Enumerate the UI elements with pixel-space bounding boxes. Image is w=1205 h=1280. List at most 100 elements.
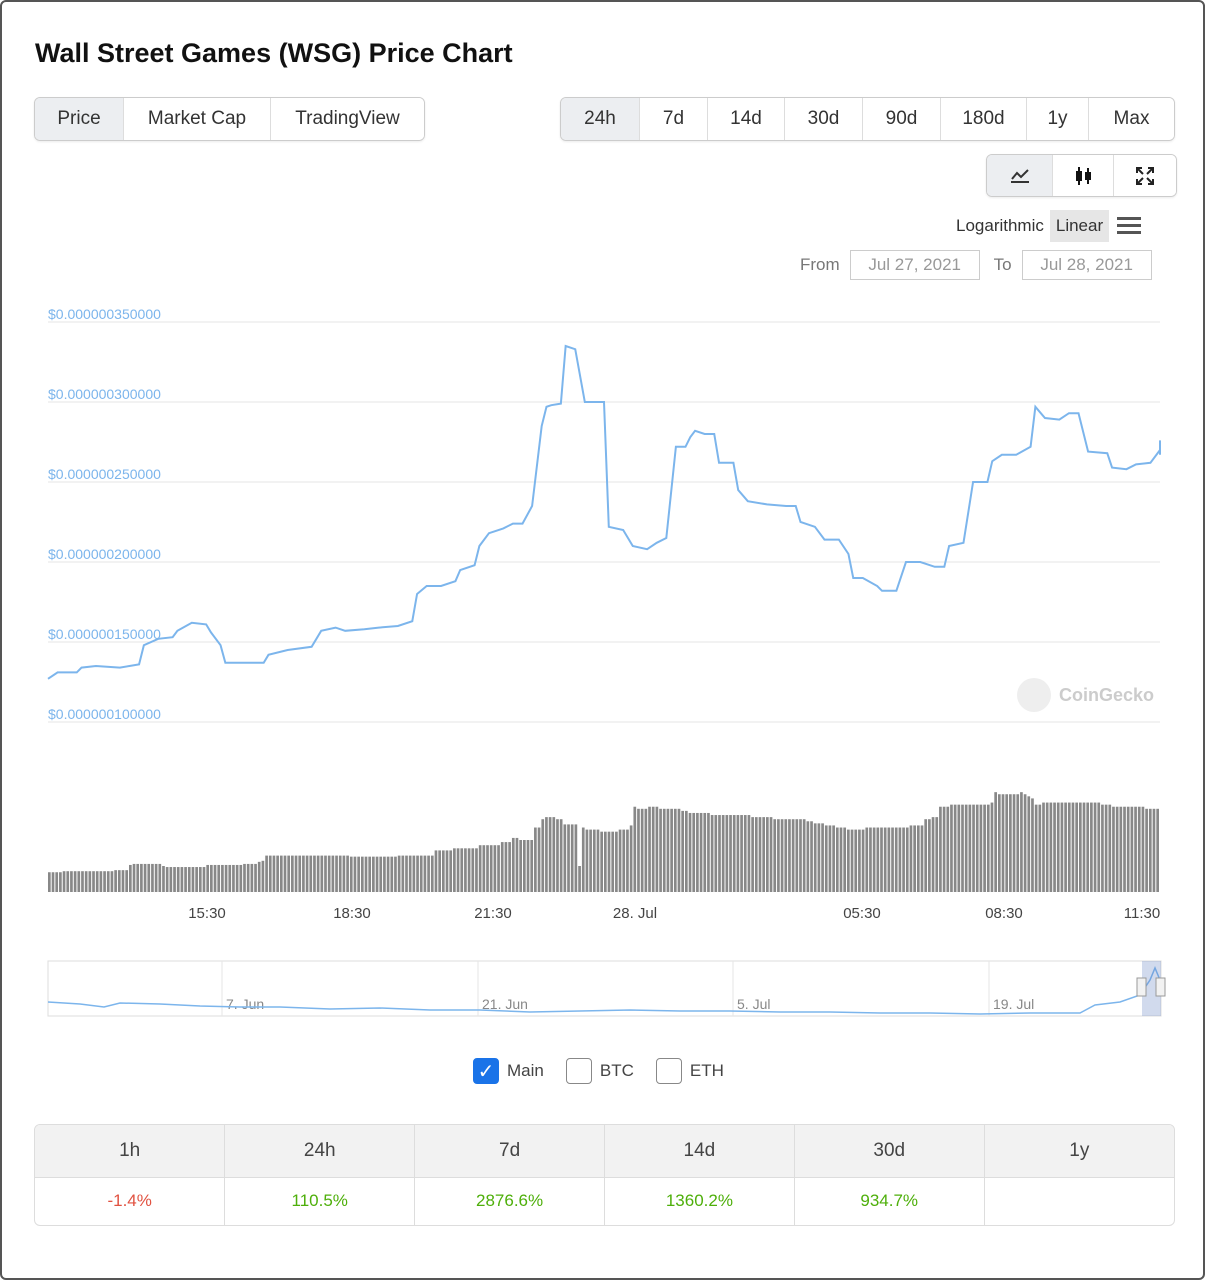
volume-bar [59, 872, 62, 892]
volume-bar [972, 804, 975, 892]
scale-logarithmic[interactable]: Logarithmic [950, 210, 1050, 242]
tab-market-cap[interactable]: Market Cap [124, 98, 271, 140]
range-7d[interactable]: 7d [640, 98, 708, 140]
tab-price[interactable]: Price [35, 98, 124, 140]
menu-icon[interactable] [1117, 216, 1142, 236]
volume-bar [478, 845, 482, 892]
range-24h[interactable]: 24h [561, 98, 640, 140]
volume-bar [913, 825, 916, 892]
volume-bar [187, 867, 191, 892]
volume-bar [622, 829, 626, 892]
volume-bar [824, 825, 828, 892]
volume-bar [935, 817, 939, 892]
to-date-input[interactable]: Jul 28, 2021 [1021, 250, 1152, 280]
tab-tradingview[interactable]: TradingView [271, 98, 424, 140]
volume-bar [379, 856, 383, 892]
volume-bar [563, 824, 567, 892]
range-30d[interactable]: 30d [785, 98, 863, 140]
range-1y[interactable]: 1y [1027, 98, 1089, 140]
navigator-handle-left[interactable] [1136, 977, 1147, 997]
volume-bar [294, 855, 298, 892]
navigator-tick-label: 21. Jun [482, 996, 528, 1012]
volume-bar [324, 855, 327, 892]
volume-bar [854, 829, 858, 892]
volume-bar [769, 817, 773, 892]
volume-bar [843, 827, 847, 892]
volume-bar [88, 871, 92, 892]
volume-bar [994, 792, 997, 892]
checkbox-checked-icon: ✓ [473, 1058, 499, 1084]
range-14d[interactable]: 14d [708, 98, 785, 140]
volume-bar [438, 850, 441, 892]
volume-bar [423, 855, 427, 892]
series-main-toggle[interactable]: ✓ Main [473, 1058, 544, 1084]
x-tick-label: 05:30 [843, 905, 881, 922]
series-btc-toggle[interactable]: BTC [565, 1058, 634, 1084]
volume-bar [1108, 804, 1112, 892]
volume-bar [905, 827, 909, 892]
volume-bar [1009, 794, 1012, 892]
volume-bar [725, 815, 729, 892]
volume-bar [578, 866, 581, 892]
volume-bar [813, 823, 817, 892]
price-series [47, 344, 1161, 680]
volume-bar [316, 855, 320, 892]
volume-bar [699, 812, 703, 892]
volume-bar [541, 819, 545, 892]
volume-bar [718, 815, 721, 892]
y-tick-label: $0.000000350000 [48, 306, 161, 322]
volume-bar [662, 808, 666, 892]
volume-bar [232, 864, 235, 892]
volume-bar [865, 827, 869, 892]
line-chart-button[interactable] [987, 155, 1053, 196]
volume-bar [268, 855, 272, 892]
scale-linear[interactable]: Linear [1049, 210, 1110, 242]
stat-value-1y [984, 1177, 1174, 1225]
volume-bar [228, 864, 232, 892]
volume-bar [847, 829, 850, 892]
range-180d[interactable]: 180d [941, 98, 1027, 140]
from-date-input[interactable]: Jul 27, 2021 [849, 250, 980, 280]
navigator-handle-right[interactable] [1155, 977, 1166, 997]
volume-bar [434, 850, 438, 892]
volume-bar [449, 850, 453, 892]
volume-bar [129, 864, 132, 892]
volume-bar [751, 817, 754, 892]
volume-bar [743, 815, 747, 892]
candlestick-icon [1076, 166, 1091, 185]
volume-bar [331, 855, 335, 892]
volume-bar [1067, 802, 1071, 892]
volume-bar [493, 845, 497, 892]
fullscreen-button[interactable] [1114, 155, 1176, 196]
volume-bar [482, 845, 486, 892]
volume-bar [235, 864, 239, 892]
volume-bar [939, 806, 942, 892]
volume-bar [508, 842, 511, 892]
range-90d[interactable]: 90d [863, 98, 941, 140]
volume-bar [287, 855, 291, 892]
volume-bar [869, 827, 872, 892]
volume-bar [659, 808, 662, 892]
volume-bar [1141, 806, 1145, 892]
volume-bar [570, 824, 574, 892]
volume-bar [427, 855, 430, 892]
volume-bar [471, 848, 475, 892]
series-eth-toggle[interactable]: ETH [655, 1058, 724, 1084]
volume-bar [1086, 802, 1090, 892]
range-max[interactable]: Max [1089, 98, 1174, 140]
volume-bar [600, 831, 603, 892]
volume-bar [821, 823, 824, 892]
volume-bar [397, 855, 401, 892]
volume-bar [346, 855, 349, 892]
range-navigator[interactable]: 7. Jun 21. Jun 5. Jul 19. Jul [47, 960, 1166, 1017]
volume-bar [548, 817, 552, 892]
candlestick-button[interactable] [1053, 155, 1114, 196]
volume-bar [673, 808, 677, 892]
x-tick-label: 28. Jul [613, 905, 657, 922]
volume-bar [445, 850, 449, 892]
volume-bar [589, 829, 592, 892]
volume-bar [48, 872, 51, 892]
volume-bar [92, 871, 95, 892]
volume-bar [66, 871, 70, 892]
volume-bar [795, 819, 799, 892]
